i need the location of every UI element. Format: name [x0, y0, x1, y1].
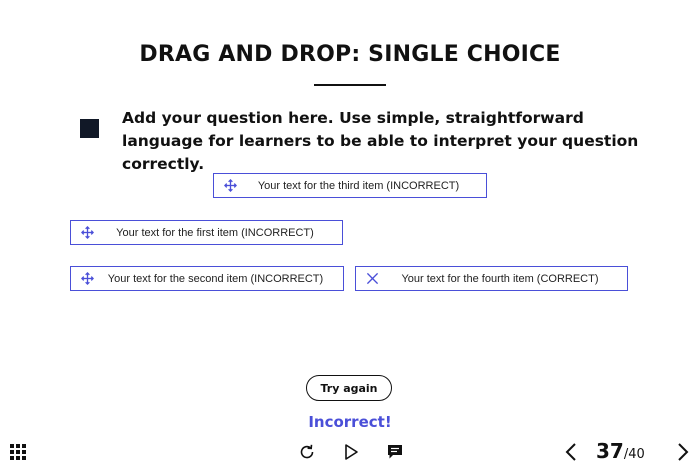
- drag-item-third[interactable]: Your text for the third item (INCORRECT): [213, 173, 487, 198]
- question-text: Add your question here. Use simple, stra…: [122, 109, 639, 173]
- play-icon[interactable]: [340, 441, 362, 463]
- title-underline: [314, 84, 386, 86]
- move-icon: [80, 226, 94, 240]
- feedback-text: Incorrect!: [308, 413, 392, 431]
- grid-menu-icon[interactable]: [8, 442, 28, 462]
- drag-item-fourth[interactable]: Your text for the fourth item (CORRECT): [355, 266, 628, 291]
- move-icon: [223, 179, 237, 193]
- page-counter: 37/40: [596, 439, 662, 463]
- drag-item-label: Your text for the second item (INCORRECT…: [107, 272, 324, 285]
- chevron-left-icon[interactable]: [560, 441, 582, 463]
- question-bullet: [80, 119, 99, 138]
- slide-title: DRAG AND DROP: SINGLE CHOICE: [139, 42, 561, 67]
- reload-icon[interactable]: [296, 441, 318, 463]
- move-icon: [80, 272, 94, 286]
- comment-icon[interactable]: [384, 441, 406, 463]
- drag-item-label: Your text for the fourth item (CORRECT): [401, 272, 599, 285]
- current-page: 37: [596, 439, 624, 463]
- drag-item-first[interactable]: Your text for the first item (INCORRECT): [70, 220, 343, 245]
- close-icon: [365, 272, 379, 286]
- try-again-button[interactable]: Try again: [306, 375, 392, 401]
- drag-item-second[interactable]: Your text for the second item (INCORRECT…: [70, 266, 344, 291]
- total-pages: /40: [623, 447, 645, 462]
- drag-item-label: Your text for the first item (INCORRECT): [116, 226, 314, 239]
- chevron-right-icon[interactable]: [672, 441, 694, 463]
- drag-item-label: Your text for the third item (INCORRECT): [257, 179, 460, 192]
